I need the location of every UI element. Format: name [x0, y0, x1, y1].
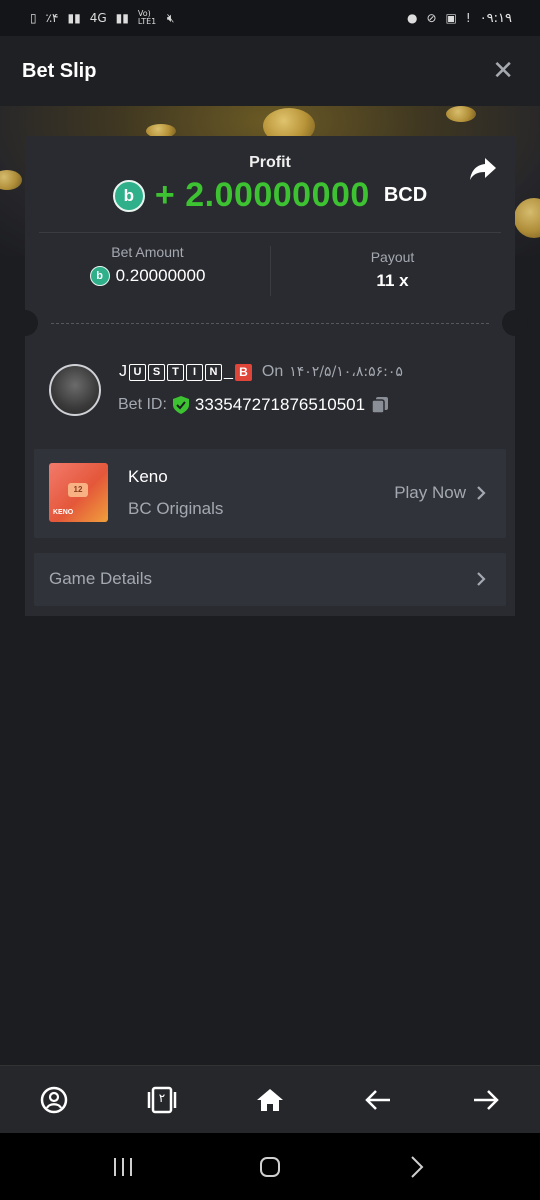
bet-date: ۱۴۰۲/۵/۱۰،۸:۵۶:۰۵	[289, 364, 403, 380]
volte-label: Vo) LTE1	[137, 9, 157, 26]
account-icon[interactable]	[34, 1080, 74, 1120]
dashed-divider	[51, 323, 489, 324]
username-letter: T	[167, 363, 184, 381]
stat-divider	[270, 246, 271, 296]
gallery-icon: ▣	[445, 11, 457, 25]
coin-decoration	[446, 106, 476, 122]
username-letter: N	[205, 363, 222, 381]
status-left: ▯ ٪۴ ▮▮ 4G ▮▮ Vo) LTE1 🔇︎	[30, 10, 174, 26]
bet-slip-card: Profit b + 2.00000000 BCD Bet Amount b 0…	[12, 136, 528, 616]
username-letter: J	[119, 363, 127, 380]
tabs-icon[interactable]: ۲	[142, 1080, 182, 1120]
coin-decoration	[0, 170, 22, 190]
game-provider: BC Originals	[128, 499, 224, 518]
status-right: ● ⊘ ▣ ! ۰۹:۱۹	[407, 11, 512, 26]
game-name: Keno	[128, 467, 168, 486]
page-title: Bet Slip	[22, 59, 97, 82]
chevron-right-icon	[477, 572, 486, 586]
payout-label: Payout	[370, 249, 415, 265]
copy-icon[interactable]	[371, 396, 389, 414]
username[interactable]: J U S T I N _ B On ۱۴۰۲/۵/۱۰،۸:۵۶:۰۵	[119, 363, 403, 381]
bet-amount-value: 0.20000000	[115, 266, 206, 285]
bet-amount-row: b 0.20000000	[25, 266, 270, 286]
system-nav-bar	[0, 1133, 540, 1200]
ticket-notch-right	[502, 310, 528, 336]
profit-currency: BCD	[383, 184, 428, 206]
bet-id-row: Bet ID: 333547271876510501	[118, 395, 389, 415]
avatar[interactable]	[49, 364, 101, 416]
username-letter: S	[148, 363, 165, 381]
coin-decoration	[514, 198, 540, 238]
profit-block: Profit b + 2.00000000 BCD	[25, 136, 515, 232]
mute-icon: 🔇︎	[166, 10, 175, 25]
home-icon[interactable]	[250, 1080, 290, 1120]
dot-icon: ●	[406, 11, 418, 25]
thumb-number: 12	[68, 483, 88, 497]
bet-id-label: Bet ID:	[118, 396, 167, 413]
clock: ۰۹:۱۹	[479, 10, 512, 26]
tabs-count: ۲	[158, 1091, 166, 1105]
signal-icon-2: ▮▮	[115, 11, 129, 25]
bcd-coin-icon: b	[112, 179, 145, 212]
signal-icon: ▮▮	[67, 11, 81, 25]
recent-apps-icon[interactable]	[103, 1147, 143, 1187]
username-letter: I	[186, 363, 203, 381]
charging-icon: ⊘	[426, 11, 437, 25]
profit-row: b + 2.00000000 BCD	[25, 176, 515, 215]
network-type: 4G	[89, 11, 107, 25]
bet-slip-header: Bet Slip ✕	[0, 36, 540, 106]
system-back-icon[interactable]	[397, 1147, 437, 1187]
bet-time-label: On	[261, 363, 284, 380]
status-bar: ▯ ٪۴ ▮▮ 4G ▮▮ Vo) LTE1 🔇︎ ● ⊘ ▣ ! ۰۹:۱۹	[0, 0, 540, 36]
play-now-label: Play Now	[394, 483, 466, 502]
game-row[interactable]: 12 KENO Keno BC Originals Play Now	[34, 449, 506, 538]
browser-nav-bar: ۲	[0, 1065, 540, 1134]
profit-value: 2.00000000	[185, 176, 370, 214]
back-arrow-icon[interactable]	[358, 1080, 398, 1120]
share-icon[interactable]	[469, 156, 497, 182]
game-details-row[interactable]: Game Details	[34, 553, 506, 606]
username-letter: B	[234, 363, 252, 381]
bettor-row: J U S T I N _ B On ۱۴۰۲/۵/۱۰،۸:۵۶:۰۵ Bet…	[49, 362, 489, 422]
payout-value: 11 x	[376, 271, 409, 290]
keno-thumbnail: 12 KENO	[49, 463, 108, 522]
verified-shield-icon	[172, 396, 189, 414]
system-home-icon[interactable]	[250, 1147, 290, 1187]
forward-arrow-icon[interactable]	[466, 1080, 506, 1120]
chevron-right-icon	[477, 486, 486, 500]
divider	[39, 232, 501, 233]
ticket-notch-left	[12, 310, 38, 336]
bet-amount: Bet Amount b 0.20000000	[25, 244, 270, 286]
bet-id-value: 333547271876510501	[194, 395, 366, 414]
alert-icon: !	[465, 11, 471, 25]
bcd-coin-icon: b	[89, 266, 110, 286]
payout: Payout 11 x	[270, 249, 515, 291]
username-letter: U	[129, 363, 146, 381]
battery-icon: ▯	[30, 11, 37, 25]
bet-amount-label: Bet Amount	[111, 244, 184, 260]
profit-sign: +	[154, 176, 176, 214]
close-icon[interactable]: ✕	[492, 56, 514, 86]
battery-percent: ٪۴	[45, 11, 59, 25]
username-letter: _	[224, 363, 233, 380]
profit-label: Profit	[249, 154, 291, 171]
play-now-button[interactable]: Play Now	[394, 483, 486, 503]
game-details-label: Game Details	[49, 569, 152, 588]
thumb-label: KENO	[53, 509, 74, 516]
